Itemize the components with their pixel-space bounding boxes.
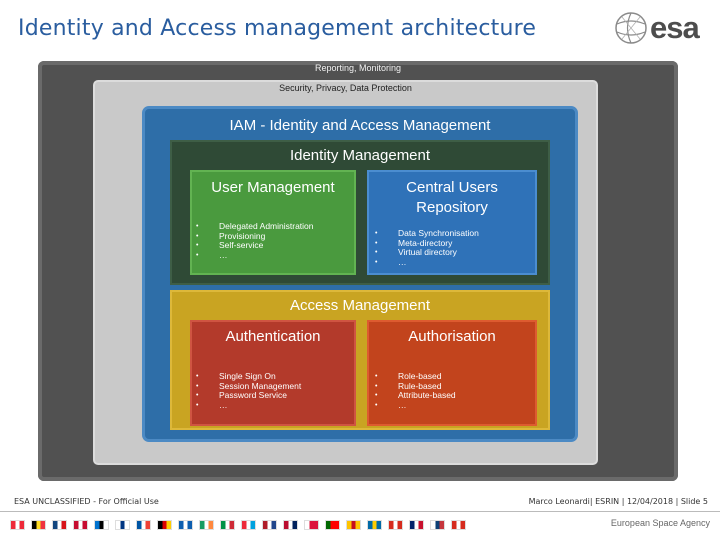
security-privacy-label: Security, Privacy, Data Protection	[279, 83, 412, 93]
authorisation-list: Role-based Rule-based Attribute-based …	[375, 371, 456, 411]
list-item: …	[375, 400, 456, 411]
agency-name: European Space Agency	[610, 518, 710, 528]
flag-icon	[31, 520, 46, 530]
authentication-box: Authentication Single Sign On Session Ma…	[190, 320, 356, 426]
flag-icon	[220, 520, 235, 530]
flag-icon	[52, 520, 67, 530]
list-item: …	[375, 257, 479, 268]
central-users-repository-box: Central Users Repository Data Synchronis…	[367, 170, 537, 275]
reporting-monitoring-label: Reporting, Monitoring	[314, 63, 402, 73]
authorisation-box: Authorisation Role-based Rule-based Attr…	[367, 320, 537, 426]
flag-icon	[157, 520, 172, 530]
flag-icon	[136, 520, 151, 530]
flag-icon	[241, 520, 256, 530]
central-repo-list: Data Synchronisation Meta-directory Virt…	[375, 228, 479, 268]
member-state-flags	[10, 520, 466, 530]
flag-icon	[388, 520, 403, 530]
flag-icon	[430, 520, 445, 530]
user-management-title: User Management	[211, 179, 335, 196]
author-info: Marco Leonardi| ESRIN | 12/04/2018 | Sli…	[528, 497, 708, 506]
flag-icon	[367, 520, 382, 530]
identity-management-label: Identity Management	[289, 147, 431, 164]
authorisation-title: Authorisation	[408, 328, 496, 345]
flag-icon	[73, 520, 88, 530]
flag-icon	[199, 520, 214, 530]
list-item: Attribute-based	[375, 390, 456, 401]
central-repo-title-line2: Repository	[416, 199, 488, 216]
list-item: Virtual directory	[375, 247, 479, 258]
flag-icon	[346, 520, 361, 530]
flag-icon	[178, 520, 193, 530]
flag-icon	[304, 520, 319, 530]
classification-label: ESA UNCLASSIFIED - For Official Use	[14, 497, 159, 506]
flag-icon	[94, 520, 109, 530]
flag-icon	[283, 520, 298, 530]
user-management-list: Delegated Administration Provisioning Se…	[196, 221, 314, 261]
central-repo-title-line1: Central Users	[406, 179, 498, 196]
footer-divider	[0, 511, 720, 512]
list-item: …	[196, 250, 314, 261]
flag-icon	[325, 520, 340, 530]
globe-icon	[615, 12, 647, 44]
list-item: Self-service	[196, 240, 314, 251]
flag-icon	[10, 520, 25, 530]
logo-wordmark: esa	[650, 10, 700, 45]
access-management-label: Access Management	[289, 297, 431, 314]
flag-icon	[262, 520, 277, 530]
user-management-box: User Management Delegated Administration…	[190, 170, 356, 275]
flag-icon	[409, 520, 424, 530]
flag-icon	[115, 520, 130, 530]
authentication-title: Authentication	[225, 328, 321, 345]
flag-icon	[451, 520, 466, 530]
iam-label: IAM - Identity and Access Management	[229, 117, 491, 134]
slide-title: Identity and Access management architect…	[18, 16, 537, 41]
esa-logo: esa	[612, 10, 712, 46]
list-item: …	[196, 400, 301, 411]
authentication-list: Single Sign On Session Management Passwo…	[196, 371, 301, 411]
list-item: Password Service	[196, 390, 301, 401]
